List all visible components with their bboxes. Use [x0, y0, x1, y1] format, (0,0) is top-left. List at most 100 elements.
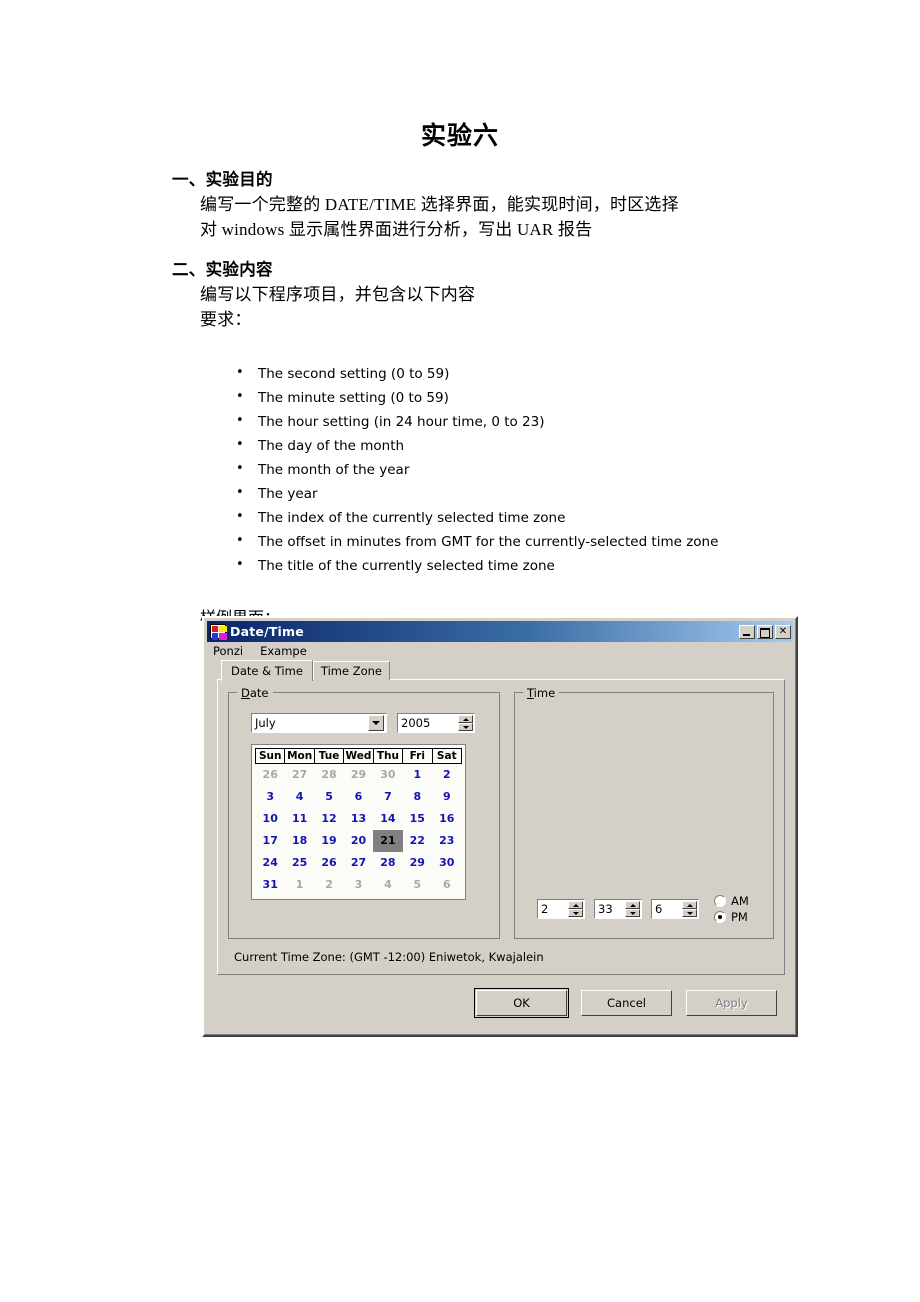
calendar-day-cell[interactable]: 8 [403, 786, 432, 808]
calendar-day-cell[interactable]: 30 [432, 852, 461, 874]
calendar-day-cell[interactable]: 1 [285, 874, 314, 896]
calendar-body: 26 27 28 29 30 1 2 3 4 5 6 7 8 9 10 11 12 13 14 15 16 17 18 19 2… [256, 764, 462, 896]
calendar-day-cell[interactable]: 29 [403, 852, 432, 874]
calendar-day-cell[interactable]: 6 [432, 874, 461, 896]
year-spinner[interactable]: 2005 [397, 713, 475, 733]
calendar-day-cell[interactable]: 4 [373, 874, 402, 896]
section-1-line-2: 对 windows 显示属性界面进行分析，写出 UAR 报告 [200, 220, 593, 239]
section-2-line-1: 编写以下程序项目，并包含以下内容 [200, 285, 476, 304]
radio-am-icon[interactable] [714, 895, 726, 907]
calendar-week-row: 26 27 28 29 30 1 2 [256, 764, 462, 786]
radio-am[interactable]: AM [714, 894, 749, 908]
month-dropdown[interactable]: July [251, 713, 387, 733]
calendar-day-cell[interactable]: 24 [256, 852, 285, 874]
calendar-day-cell[interactable]: 18 [285, 830, 314, 852]
calendar-day-cell[interactable]: 5 [403, 874, 432, 896]
minute-spinner-buttons[interactable] [625, 901, 640, 917]
radio-pm[interactable]: PM [714, 910, 749, 924]
radio-pm-icon[interactable] [714, 911, 726, 923]
calendar-day-cell[interactable]: 2 [432, 764, 461, 786]
calendar-week-row: 24 25 26 27 28 29 30 [256, 852, 462, 874]
cancel-button[interactable]: Cancel [581, 990, 672, 1016]
second-increment-icon[interactable] [682, 901, 697, 909]
radio-pm-label: PM [731, 910, 748, 924]
calendar-day-cell[interactable]: 2 [314, 874, 343, 896]
minute-spinner-value: 33 [598, 902, 613, 916]
section-heading-2: 二、实验内容 [172, 261, 273, 279]
calendar-panel: Sun Mon Tue Wed Thu Fri Sat 26 27 28 29 30 1 2… [251, 744, 466, 900]
year-decrement-icon[interactable] [458, 723, 473, 731]
minute-spinner[interactable]: 33 [594, 899, 642, 919]
close-icon[interactable]: ✕ [775, 624, 791, 639]
radio-am-label: AM [731, 894, 749, 908]
calendar-day-cell[interactable]: 7 [373, 786, 402, 808]
minute-decrement-icon[interactable] [625, 909, 640, 917]
calendar-day-cell[interactable]: 22 [403, 830, 432, 852]
maximize-icon[interactable] [757, 624, 773, 639]
calendar-day-cell[interactable]: 6 [344, 786, 373, 808]
year-increment-icon[interactable] [458, 715, 473, 723]
calendar-day-cell[interactable]: 30 [373, 764, 402, 786]
calendar-day-cell[interactable]: 5 [314, 786, 343, 808]
weekday-header: Wed [343, 748, 374, 764]
calendar-day-cell[interactable]: 19 [314, 830, 343, 852]
tab-time-zone[interactable]: Time Zone [312, 661, 390, 680]
hour-decrement-icon[interactable] [568, 909, 583, 917]
calendar-day-cell[interactable]: 16 [432, 808, 461, 830]
calendar-day-cell[interactable]: 14 [373, 808, 402, 830]
menu-item-ponzi[interactable]: Ponzi [211, 643, 245, 659]
second-spinner-value: 6 [655, 902, 663, 916]
tab-date-and-time[interactable]: Date & Time [221, 660, 313, 681]
calendar-day-cell[interactable]: 10 [256, 808, 285, 830]
calendar-day-cell[interactable]: 9 [432, 786, 461, 808]
date-group-label-mnemonic: D [241, 686, 250, 700]
menu-item-exampe[interactable]: Exampe [258, 643, 309, 659]
minute-increment-icon[interactable] [625, 901, 640, 909]
calendar-day-cell[interactable]: 26 [256, 764, 285, 786]
section-body-1: 编写一个完整的 DATE/TIME 选择界面，能实现时间，时区选择 对 wind… [200, 192, 920, 242]
calendar-day-cell[interactable]: 4 [285, 786, 314, 808]
calendar-day-cell[interactable]: 25 [285, 852, 314, 874]
date-time-dialog: Date/Time ✕ Ponzi Exampe Date & Time Tim… [202, 616, 798, 1037]
calendar-day-cell[interactable]: 1 [403, 764, 432, 786]
calendar-day-cell[interactable]: 23 [432, 830, 461, 852]
calendar-day-cell[interactable]: 21 [373, 829, 403, 852]
minimize-icon[interactable] [739, 624, 755, 639]
date-group-label-rest: ate [249, 686, 269, 700]
section-2-line-2: 要求： [200, 310, 252, 329]
calendar-day-cell[interactable]: 31 [256, 874, 285, 896]
dialog-inner-frame: Date/Time ✕ Ponzi Exampe Date & Time Tim… [204, 618, 796, 1035]
calendar-day-cell[interactable]: 28 [373, 852, 402, 874]
calendar-day-cell[interactable]: 27 [285, 764, 314, 786]
hour-spinner[interactable]: 2 [537, 899, 585, 919]
calendar-day-cell[interactable]: 17 [256, 830, 285, 852]
calendar-day-cell[interactable]: 28 [314, 764, 343, 786]
dialog-button-bar: OK Cancel Apply [207, 976, 793, 1032]
second-spinner[interactable]: 6 [651, 899, 699, 919]
calendar-day-cell[interactable]: 27 [344, 852, 373, 874]
year-spinner-value: 2005 [401, 716, 431, 730]
calendar-day-cell[interactable]: 11 [285, 808, 314, 830]
hour-increment-icon[interactable] [568, 901, 583, 909]
tab-panel-date-and-time: Date July 2005 Sun Mon Tue Wed Thu Fri S… [217, 679, 785, 975]
date-group-box: Date July 2005 Sun Mon Tue Wed Thu Fri S… [228, 686, 500, 939]
calendar-day-cell[interactable]: 12 [314, 808, 343, 830]
calendar-day-cell[interactable]: 26 [314, 852, 343, 874]
chevron-down-icon[interactable] [368, 715, 384, 731]
second-spinner-buttons[interactable] [682, 901, 697, 917]
calendar-day-cell[interactable]: 3 [256, 786, 285, 808]
ok-button[interactable]: OK [474, 988, 569, 1018]
year-spinner-buttons[interactable] [458, 715, 473, 731]
calendar-day-cell[interactable]: 3 [344, 874, 373, 896]
meridiem-radio-group: AM PM [714, 894, 749, 924]
hour-spinner-buttons[interactable] [568, 901, 583, 917]
weekday-header: Thu [372, 748, 404, 764]
calendar-day-cell[interactable]: 29 [344, 764, 373, 786]
second-decrement-icon[interactable] [682, 909, 697, 917]
window-title: Date/Time [230, 624, 304, 639]
calendar-day-cell[interactable]: 13 [344, 808, 373, 830]
weekday-header: Tue [313, 748, 345, 764]
calendar-day-cell[interactable]: 15 [403, 808, 432, 830]
application-icon [210, 624, 227, 640]
calendar-day-cell[interactable]: 20 [344, 830, 373, 852]
